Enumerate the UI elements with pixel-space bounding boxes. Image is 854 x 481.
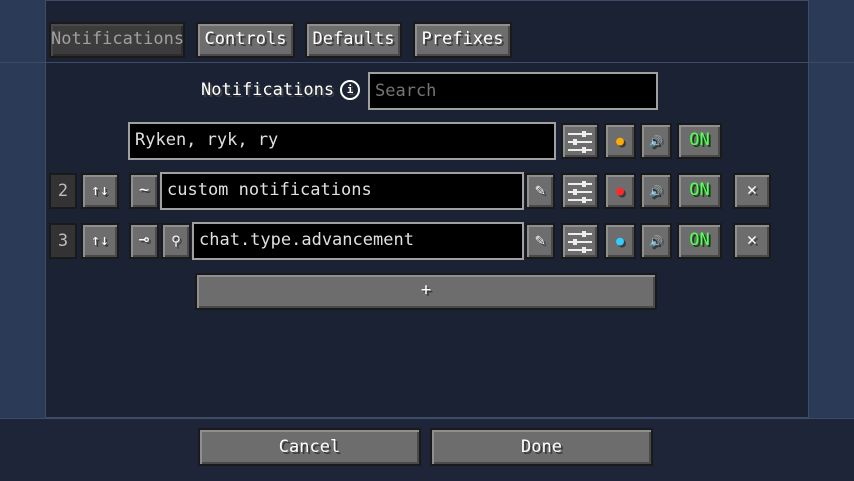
settings-button-2[interactable] — [561, 173, 599, 209]
add-notification-button[interactable]: + — [195, 273, 657, 310]
search-icon: ⚲ — [171, 234, 181, 249]
search-input[interactable] — [368, 72, 658, 110]
color-button-3[interactable]: ● — [604, 223, 636, 259]
sliders-icon — [568, 181, 592, 203]
droplet-icon: ● — [616, 184, 624, 199]
remove-button-2[interactable]: ✕ — [733, 173, 771, 209]
notification-trigger-field-2[interactable]: custom notifications — [160, 172, 524, 210]
key-button-3[interactable]: ⊸ — [129, 223, 159, 259]
row-number-3: 3 — [49, 223, 77, 259]
edit-icon: ✎ — [535, 180, 545, 199]
tilde-icon: ~ — [138, 180, 150, 200]
toggle-status-3: ON — [689, 230, 710, 250]
move-button-3[interactable]: ↑↓ — [81, 223, 119, 259]
done-button[interactable]: Done — [430, 428, 653, 466]
row-number-2: 2 — [49, 173, 77, 209]
color-button-2[interactable]: ● — [604, 173, 636, 209]
cancel-button[interactable]: Cancel — [198, 428, 421, 466]
sound-icon: 🔊 — [649, 185, 663, 198]
sound-icon: 🔊 — [649, 235, 663, 248]
info-icon[interactable]: i — [340, 80, 361, 100]
tab-controls[interactable]: Controls — [196, 22, 295, 58]
key-icon: ⊸ — [138, 230, 150, 250]
edit-button-3[interactable]: ✎ — [525, 223, 555, 259]
sound-button-3[interactable]: 🔊 — [640, 223, 672, 259]
color-button-1[interactable]: ● — [604, 123, 636, 159]
sliders-icon — [568, 231, 592, 253]
search-button-3[interactable]: ⚲ — [161, 223, 191, 259]
toggle-status-1: ON — [689, 130, 710, 150]
edit-button-2[interactable]: ✎ — [525, 173, 555, 209]
tab-notifications[interactable]: Notifications — [49, 22, 185, 58]
sound-button-1[interactable]: 🔊 — [640, 123, 672, 159]
footer-bar — [0, 418, 854, 481]
section-label: Notifications i — [201, 80, 361, 100]
notification-trigger-field-3[interactable]: chat.type.advancement — [192, 222, 524, 260]
tilde-button-2[interactable]: ~ — [129, 173, 159, 209]
notification-trigger-field-1[interactable]: Ryken, ryk, ry — [128, 122, 556, 160]
droplet-icon: ● — [616, 134, 624, 149]
droplet-icon: ● — [616, 234, 624, 249]
tab-prefixes[interactable]: Prefixes — [413, 22, 512, 58]
toggle-status-2: ON — [689, 180, 710, 200]
toggle-button-3[interactable]: ON — [677, 223, 722, 259]
close-icon: ✕ — [746, 180, 758, 200]
close-icon: ✕ — [746, 230, 758, 250]
sound-icon: 🔊 — [649, 135, 663, 148]
move-button-2[interactable]: ↑↓ — [81, 173, 119, 209]
edit-icon: ✎ — [535, 230, 545, 249]
settings-button-1[interactable] — [561, 123, 599, 159]
sliders-icon — [568, 131, 592, 153]
section-label-text: Notifications — [201, 80, 335, 100]
settings-button-3[interactable] — [561, 223, 599, 259]
tab-defaults[interactable]: Defaults — [305, 22, 402, 58]
toggle-button-1[interactable]: ON — [677, 123, 722, 159]
sound-button-2[interactable]: 🔊 — [640, 173, 672, 209]
toggle-button-2[interactable]: ON — [677, 173, 722, 209]
remove-button-3[interactable]: ✕ — [733, 223, 771, 259]
